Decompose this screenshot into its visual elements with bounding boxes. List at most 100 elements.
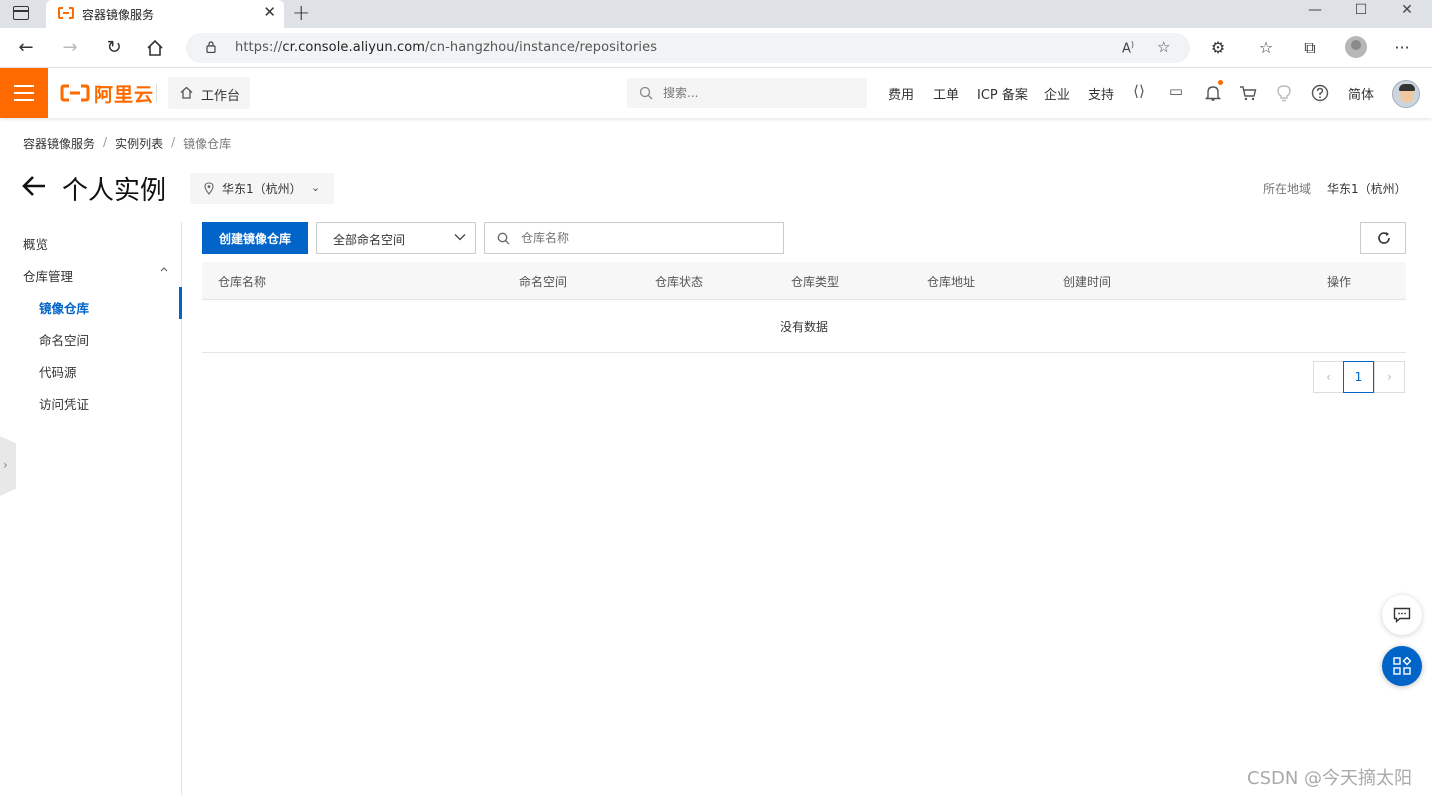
minimize-icon[interactable]: — <box>1292 2 1338 18</box>
notification-dot <box>1218 80 1223 85</box>
browser-tab[interactable]: 容器镜像服务 ✕ <box>46 0 284 28</box>
column-header-actions: 操作 <box>1327 275 1352 289</box>
aliyun-favicon-icon <box>58 7 74 19</box>
menu-item-namespaces[interactable]: 命名空间 <box>39 330 89 349</box>
bell-icon[interactable] <box>1203 83 1223 103</box>
feedback-button[interactable] <box>1382 595 1422 635</box>
menu-active-indicator <box>179 287 182 319</box>
new-tab-icon[interactable]: + <box>292 1 310 26</box>
column-header-address: 仓库地址 <box>927 275 976 289</box>
region-select[interactable]: 华东1（杭州） ⌄ <box>190 173 334 204</box>
help-icon[interactable] <box>1310 83 1330 103</box>
nav-link-tickets[interactable]: 工单 <box>933 84 959 103</box>
tab-close-icon[interactable]: ✕ <box>263 3 276 21</box>
menu-item-credentials[interactable]: 访问凭证 <box>39 394 89 413</box>
breadcrumb-item-cr[interactable]: 容器镜像服务 <box>23 135 95 152</box>
search-icon <box>639 86 653 100</box>
menu-item-image-repos[interactable]: 镜像仓库 <box>39 298 89 317</box>
language-switch[interactable]: 简体 <box>1348 84 1374 103</box>
region-info-label: 所在地域 <box>1263 182 1312 196</box>
back-icon[interactable]: ← <box>13 35 39 61</box>
nav-link-support[interactable]: 支持 <box>1088 84 1114 103</box>
menu-toggle-icon[interactable] <box>0 68 48 118</box>
pagination-prev[interactable]: ‹ <box>1313 361 1344 393</box>
code-icon[interactable]: ⟨⟩ <box>1129 82 1149 102</box>
maximize-icon[interactable]: ☐ <box>1338 2 1384 18</box>
page-title: 个人实例 <box>62 176 167 206</box>
empty-text: 没有数据 <box>780 320 829 334</box>
url-text: https://cr.console.aliyun.com/cn-hangzho… <box>235 40 658 55</box>
more-options-icon[interactable]: ··· <box>1391 38 1413 60</box>
create-repo-button[interactable]: 创建镜像仓库 <box>202 222 308 254</box>
breadcrumb: 容器镜像服务 / 实例列表 / 镜像仓库 <box>23 135 231 152</box>
home-icon <box>180 86 193 99</box>
nav-link-enterprise[interactable]: 企业 <box>1044 84 1070 103</box>
chat-icon <box>1393 607 1411 623</box>
avatar-hair <box>1399 84 1415 91</box>
namespace-select[interactable]: 全部命名空间 <box>316 222 476 254</box>
extensions-icon[interactable]: ⚙ <box>1207 38 1229 60</box>
menu-item-overview[interactable]: 概览 <box>23 234 48 253</box>
forward-icon[interactable]: → <box>57 35 83 61</box>
search-icon <box>497 232 510 245</box>
tab-actions-icon[interactable] <box>13 6 29 20</box>
repo-search-input[interactable] <box>521 229 771 247</box>
namespace-select-value: 全部命名空间 <box>333 233 406 247</box>
apps-grid-icon <box>1393 657 1411 675</box>
nav-link-billing[interactable]: 费用 <box>888 84 914 103</box>
repo-search[interactable] <box>484 222 784 254</box>
menu-group-repo-mgmt[interactable]: 仓库管理 <box>23 266 73 285</box>
chevron-right-icon: › <box>1387 370 1392 384</box>
column-header-status: 仓库状态 <box>655 275 704 289</box>
cart-icon[interactable] <box>1238 83 1258 103</box>
region-info-value: 华东1（杭州） <box>1327 182 1407 196</box>
browser-address-bar: ← → ↻ https://cr.console.aliyun.com/cn-h… <box>0 28 1432 68</box>
watermark: CSDN @今天摘太阳 <box>1247 768 1413 789</box>
apps-button[interactable] <box>1382 646 1422 686</box>
column-header-namespace: 命名空间 <box>519 275 568 289</box>
breadcrumb-item-instances[interactable]: 实例列表 <box>115 135 163 152</box>
global-search[interactable] <box>627 78 867 108</box>
chevron-left-icon: ‹ <box>1326 370 1331 384</box>
refresh-button[interactable] <box>1360 222 1406 254</box>
tab-title: 容器镜像服务 <box>82 8 155 22</box>
favorites-icon[interactable]: ☆ <box>1255 38 1277 60</box>
favorite-add-icon[interactable]: ☆ <box>1157 38 1170 56</box>
chevron-down-icon <box>454 234 466 241</box>
reload-icon[interactable]: ↻ <box>101 35 127 61</box>
chevron-up-icon[interactable] <box>159 264 169 274</box>
pagination-page[interactable]: 1 <box>1343 361 1374 393</box>
browser-tab-bar: 容器镜像服务 ✕ + — ☐ ✕ <box>0 0 1432 28</box>
table-header: 仓库名称 命名空间 仓库状态 仓库类型 仓库地址 创建时间 操作 <box>202 262 1406 300</box>
back-arrow-icon[interactable] <box>20 174 48 198</box>
region-select-value: 华东1（杭州） <box>222 182 302 196</box>
pagination-next[interactable]: › <box>1374 361 1405 393</box>
breadcrumb-separator: / <box>103 135 108 149</box>
aliyun-logo[interactable]: 阿里云 <box>60 80 154 106</box>
avatar[interactable] <box>1392 80 1420 108</box>
table-empty-row: 没有数据 <box>202 300 1406 353</box>
lightbulb-icon[interactable] <box>1274 83 1294 103</box>
menu-item-code-source[interactable]: 代码源 <box>39 362 77 381</box>
column-header-repo-name: 仓库名称 <box>218 275 267 289</box>
home-icon[interactable] <box>146 39 164 57</box>
collections-icon[interactable]: ⧉ <box>1299 38 1321 60</box>
console-top-nav: 阿里云 工作台 费用 工单 ICP 备案 企业 支持 ⟨⟩ ▭ 简体 <box>0 68 1432 118</box>
location-pin-icon <box>204 182 214 195</box>
terminal-icon[interactable]: ▭ <box>1166 82 1186 102</box>
close-window-icon[interactable]: ✕ <box>1384 2 1430 18</box>
column-header-type: 仓库类型 <box>791 275 840 289</box>
read-aloud-icon[interactable]: A) <box>1122 40 1134 56</box>
nav-divider <box>156 84 157 102</box>
column-header-created: 创建时间 <box>1063 275 1112 289</box>
global-search-input[interactable] <box>663 83 853 103</box>
sidebar-expand-handle[interactable]: › <box>0 436 16 496</box>
side-menu <box>0 222 182 795</box>
refresh-icon <box>1378 232 1390 244</box>
aliyun-logo-icon <box>60 84 90 102</box>
url-field[interactable]: https://cr.console.aliyun.com/cn-hangzho… <box>186 33 1190 63</box>
workbench-button[interactable]: 工作台 <box>168 77 250 109</box>
lock-icon <box>206 41 216 53</box>
browser-profile-icon[interactable] <box>1345 36 1367 58</box>
nav-link-icp[interactable]: ICP 备案 <box>977 84 1028 103</box>
